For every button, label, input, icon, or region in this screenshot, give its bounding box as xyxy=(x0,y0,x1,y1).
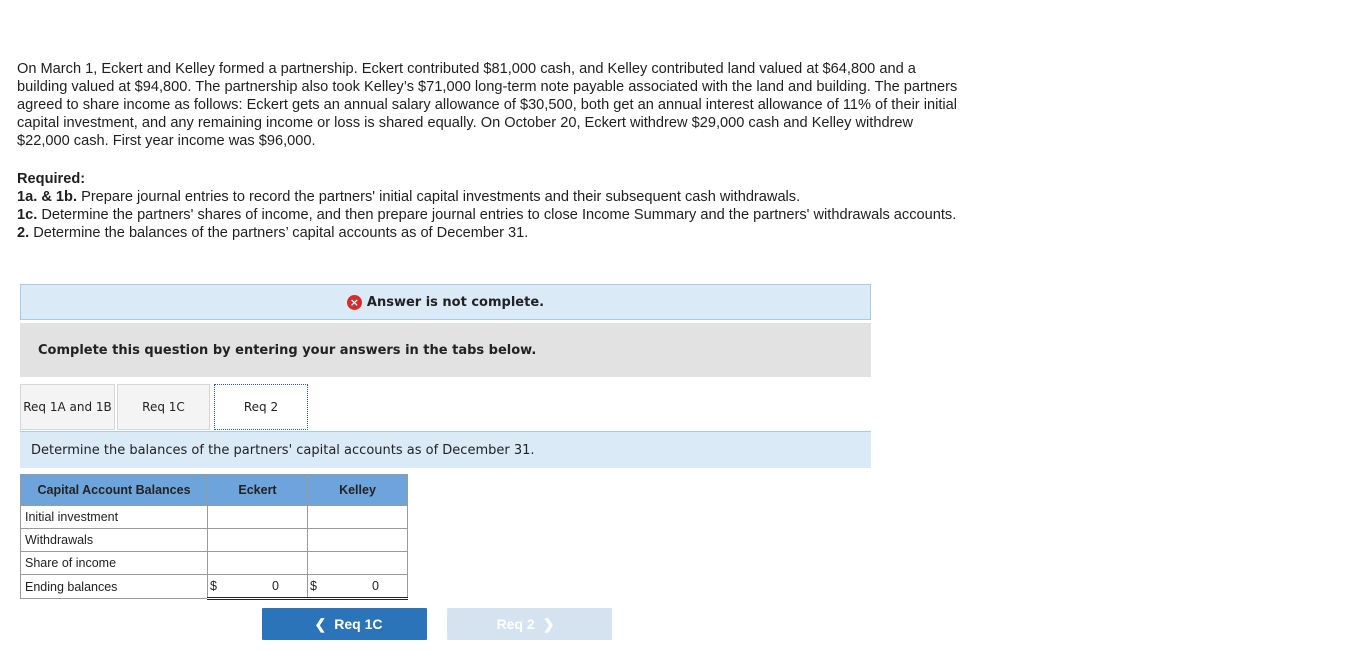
next-button-label: Req 2 xyxy=(496,616,535,632)
problem-text: On March 1, Eckert and Kelley formed a p… xyxy=(17,60,967,242)
eckert-ending-value: 0 xyxy=(272,579,279,593)
requirement-2: 2. Determine the balances of the partner… xyxy=(17,224,967,242)
table-row: Withdrawals xyxy=(20,528,408,552)
chevron-left-icon: ❮ xyxy=(314,615,327,632)
requirement-2-text: Determine the balances of the partners’ … xyxy=(29,225,529,241)
required-section: Required: 1a. & 1b. Prepare journal entr… xyxy=(17,170,967,242)
requirement-1c-label: 1c. xyxy=(17,207,38,223)
dollar-sign: $ xyxy=(310,579,317,593)
kelley-initial-investment-input[interactable] xyxy=(307,505,408,529)
next-req-2-button[interactable]: Req 2 ❯ xyxy=(447,608,612,640)
kelley-ending-balance: $ 0 xyxy=(307,574,408,600)
row-label-withdrawals: Withdrawals xyxy=(20,528,208,552)
header-eckert: Eckert xyxy=(207,474,308,506)
row-label-share-of-income: Share of income xyxy=(20,551,208,575)
header-capital-account-balances: Capital Account Balances xyxy=(20,474,208,506)
answer-status-text: Answer is not complete. xyxy=(366,294,545,310)
tab-req-2[interactable]: Req 2 xyxy=(214,384,308,430)
kelley-withdrawals-input[interactable] xyxy=(307,528,408,552)
requirement-1ab-label: 1a. & 1b. xyxy=(17,189,78,205)
row-label-initial-investment: Initial investment xyxy=(20,505,208,529)
tab-req-1a-1b[interactable]: Req 1A and 1B xyxy=(20,384,115,430)
requirement-1c: 1c. Determine the partners' shares of in… xyxy=(17,206,967,224)
instruction-text: Complete this question by entering your … xyxy=(38,342,537,358)
eckert-withdrawals-input[interactable] xyxy=(207,528,308,552)
problem-paragraph: On March 1, Eckert and Kelley formed a p… xyxy=(17,61,958,149)
row-label-ending-balances: Ending balances xyxy=(20,574,208,599)
chevron-right-icon: ❯ xyxy=(542,615,555,632)
error-x-icon: × xyxy=(346,294,362,310)
header-kelley: Kelley xyxy=(307,474,408,506)
table-row: Share of income xyxy=(20,551,408,575)
requirement-1ab: 1a. & 1b. Prepare journal entries to rec… xyxy=(17,188,967,206)
dollar-sign: $ xyxy=(210,579,217,593)
kelley-share-of-income-input[interactable] xyxy=(307,551,408,575)
kelley-ending-value: 0 xyxy=(372,579,379,593)
table-row: Ending balances $ 0 $ 0 xyxy=(20,574,408,600)
prev-button-label: Req 1C xyxy=(334,616,383,632)
eckert-initial-investment-input[interactable] xyxy=(207,505,308,529)
required-heading: Required: xyxy=(17,171,86,187)
requirement-tabs: Req 1A and 1B Req 1C Req 2 xyxy=(20,384,310,432)
table-header-row: Capital Account Balances Eckert Kelley xyxy=(20,474,408,506)
answer-status-bar: × Answer is not complete. xyxy=(20,284,871,320)
prev-req-1c-button[interactable]: ❮ Req 1C xyxy=(262,608,427,640)
eckert-share-of-income-input[interactable] xyxy=(207,551,308,575)
instruction-bar: Complete this question by entering your … xyxy=(20,323,871,377)
tab-req-1c[interactable]: Req 1C xyxy=(117,384,210,430)
eckert-ending-balance: $ 0 xyxy=(207,574,308,600)
capital-balances-table: Capital Account Balances Eckert Kelley I… xyxy=(20,474,408,600)
panel-instruction: Determine the balances of the partners' … xyxy=(31,442,535,458)
tab-panel-header: Determine the balances of the partners' … xyxy=(20,431,871,468)
table-row: Initial investment xyxy=(20,505,408,529)
requirement-2-label: 2. xyxy=(17,225,30,241)
requirement-1c-text: Determine the partners' shares of income… xyxy=(37,207,957,223)
requirement-1ab-text: Prepare journal entries to record the pa… xyxy=(77,189,801,205)
